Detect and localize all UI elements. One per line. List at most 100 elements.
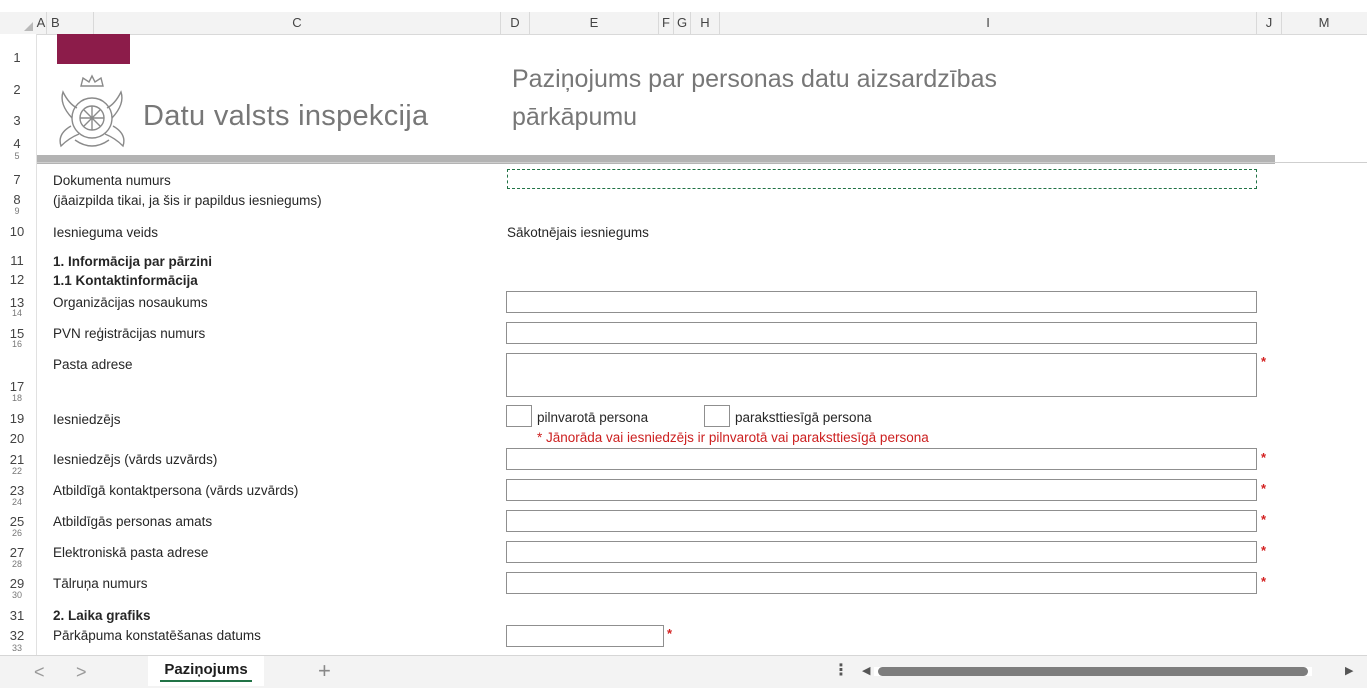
sheet-area: Datu valsts inspekcija Paziņojums par pe… [37, 34, 1367, 655]
col-header-b[interactable]: B [47, 12, 94, 34]
row-number[interactable]: 10 [0, 224, 34, 239]
row-number[interactable]: 19 [0, 411, 34, 426]
col-header-a[interactable]: A [36, 12, 47, 34]
org-name-label: Organizācijas nosaukums [53, 295, 208, 310]
doc-number-hint: (jāaizpilda tikai, ja šis ir papildus ie… [53, 193, 322, 208]
row-number[interactable]: 8 [0, 192, 34, 207]
row-number[interactable]: 17 [0, 379, 34, 394]
row-number[interactable]: 24 [0, 497, 34, 507]
required-marker: * [1261, 450, 1267, 465]
col-header-i[interactable]: I [720, 12, 1257, 34]
section-1-1-heading: 1.1 Kontaktinformācija [53, 273, 198, 288]
col-header-d[interactable]: D [501, 12, 530, 34]
title-line-2: pārkāpumu [512, 103, 638, 131]
postal-address-input[interactable] [506, 353, 1257, 397]
required-marker: * [1261, 481, 1267, 496]
row-number[interactable]: 23 [0, 483, 34, 498]
vat-input[interactable] [506, 322, 1257, 344]
required-marker: * [1261, 512, 1267, 527]
horizontal-scrollbar-thumb[interactable] [878, 667, 1308, 676]
submission-type-value[interactable]: Sākotnējais iesniegums [507, 225, 649, 240]
postal-address-label: Pasta adrese [53, 357, 133, 372]
detection-date-label: Pārkāpuma konstatēšanas datums [53, 628, 261, 643]
sheet-tab-pazinojums[interactable]: Paziņojums [148, 656, 264, 686]
organization-name: Datu valsts inspekcija [143, 100, 429, 132]
required-marker: * [1261, 574, 1267, 589]
prev-sheet-button[interactable]: < [34, 662, 45, 683]
row-number[interactable]: 26 [0, 528, 34, 538]
authorized-person-label: pilnvarotā persona [537, 410, 649, 425]
col-header-g[interactable]: G [674, 12, 691, 34]
row-number[interactable]: 31 [0, 608, 34, 623]
section-1-heading: 1. Informācija par pārzini [53, 254, 213, 269]
row-number[interactable]: 3 [0, 113, 34, 128]
row-number[interactable]: 22 [0, 466, 34, 476]
col-header-e[interactable]: E [530, 12, 659, 34]
row-number[interactable]: 14 [0, 308, 34, 318]
header-divider-line [37, 162, 1367, 163]
sheet-tab-label: Paziņojums [164, 661, 248, 678]
required-marker: * [667, 626, 673, 641]
signatory-person-checkbox[interactable] [704, 405, 730, 427]
authorized-person-checkbox[interactable] [506, 405, 532, 427]
row-number[interactable]: 2 [0, 82, 34, 97]
section-2-heading: 2. Laika grafiks [53, 608, 151, 623]
org-name-input[interactable] [506, 291, 1257, 313]
next-sheet-button[interactable]: > [76, 662, 87, 683]
contact-person-input[interactable] [506, 479, 1257, 501]
row-number[interactable]: 16 [0, 339, 34, 349]
submitter-name-label: Iesniedzējs (vārds uzvārds) [53, 452, 218, 467]
row-number[interactable]: 25 [0, 514, 34, 529]
title-line-1: Paziņojums par personas datu aizsardzība… [512, 65, 997, 93]
select-all-corner[interactable] [0, 12, 36, 34]
row-header-bar: 1 2 3 4 5 7 8 9 10 11 12 13 14 15 16 17 … [0, 34, 37, 655]
row-number[interactable]: 11 [0, 253, 34, 268]
submitter-name-input[interactable] [506, 448, 1257, 470]
row-number[interactable]: 1 [0, 50, 34, 65]
email-input[interactable] [506, 541, 1257, 563]
more-options-icon[interactable]: ⋮ [833, 660, 849, 680]
row-number[interactable]: 18 [0, 393, 34, 403]
submitter-warning: * Jānorāda vai iesniedzējs ir pilnvarotā… [537, 430, 929, 445]
row-number[interactable]: 29 [0, 576, 34, 591]
phone-label: Tālruņa numurs [53, 576, 148, 591]
row-number[interactable]: 32 [0, 628, 34, 643]
column-header-bar: A B C D E F G H I J M [0, 12, 1367, 35]
document-title: Paziņojums par personas datu aizsardzība… [512, 60, 1152, 136]
col-header-f[interactable]: F [659, 12, 674, 34]
col-header-j[interactable]: J [1257, 12, 1282, 34]
position-input[interactable] [506, 510, 1257, 532]
doc-number-label: Dokumenta numurs [53, 173, 171, 188]
coat-of-arms-logo [51, 74, 133, 154]
detection-date-input[interactable] [506, 625, 664, 647]
row-number[interactable]: 28 [0, 559, 34, 569]
row-number[interactable]: 33 [0, 643, 34, 653]
brand-color-bar [57, 34, 130, 64]
row-number[interactable]: 9 [0, 206, 34, 216]
row-number[interactable]: 21 [0, 452, 34, 467]
add-sheet-button[interactable]: + [318, 658, 331, 684]
scroll-left-icon[interactable]: ◀ [862, 664, 870, 677]
phone-input[interactable] [506, 572, 1257, 594]
doc-number-field-selected[interactable] [507, 169, 1257, 189]
col-header-m[interactable]: M [1282, 12, 1366, 34]
submission-type-label: Iesnieguma veids [53, 225, 159, 240]
position-label: Atbildīgās personas amats [53, 514, 213, 529]
submitter-label: Iesniedzējs [53, 412, 121, 427]
row-number[interactable]: 12 [0, 272, 34, 287]
row-number[interactable]: 5 [0, 151, 34, 161]
sheet-tab-bar: < > Paziņojums + ⋮ ◀ ▶ [0, 655, 1367, 688]
contact-person-label: Atbildīgā kontaktpersona (vārds uzvārds) [53, 483, 299, 498]
vat-label: PVN reģistrācijas numurs [53, 326, 206, 341]
required-marker: * [1261, 543, 1267, 558]
row-number[interactable]: 7 [0, 172, 34, 187]
row-number[interactable]: 4 [0, 136, 34, 151]
active-tab-underline [160, 680, 252, 682]
col-header-h[interactable]: H [691, 12, 720, 34]
row-number[interactable]: 20 [0, 431, 34, 446]
scroll-right-icon[interactable]: ▶ [1345, 664, 1353, 677]
email-label: Elektroniskā pasta adrese [53, 545, 209, 560]
row-number[interactable]: 27 [0, 545, 34, 560]
row-number[interactable]: 30 [0, 590, 34, 600]
col-header-c[interactable]: C [94, 12, 501, 34]
